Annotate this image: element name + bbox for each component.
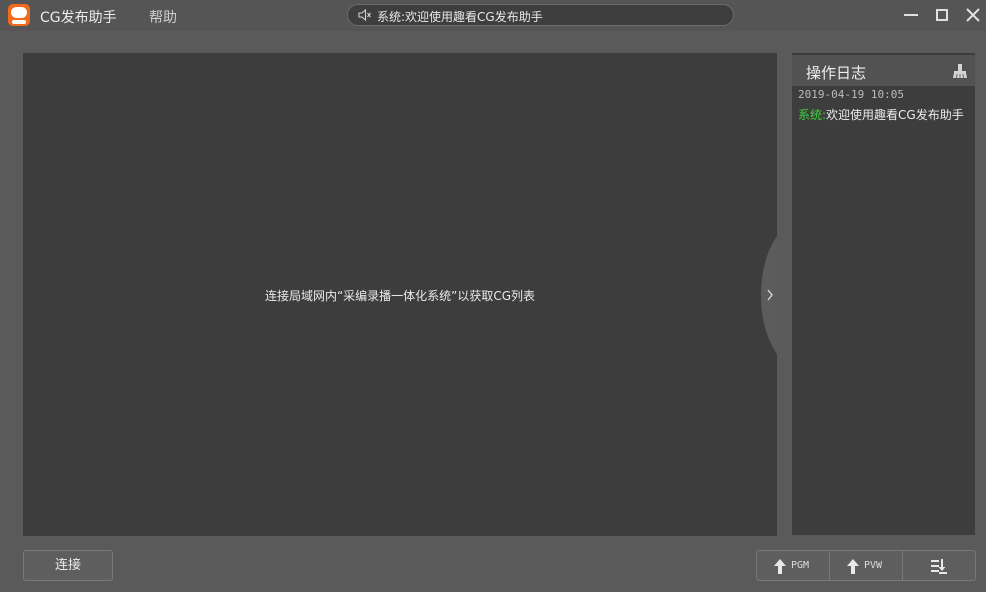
notice-bar: 系统:欢迎使用趣看CG发布助手 (347, 4, 734, 26)
output-toolbar: PGM PVW (756, 550, 976, 581)
push-pgm-button[interactable]: PGM (757, 551, 830, 580)
arrow-up-icon (847, 559, 859, 574)
sort-down-icon (931, 559, 947, 574)
pgm-label: PGM (791, 560, 810, 571)
log-entry-time: 2019-04-19 10:05 (798, 88, 904, 101)
menu-help[interactable]: 帮助 (149, 7, 177, 27)
app-title: CG发布助手 (40, 10, 117, 26)
operation-log-panel: 操作日志 2019-04-19 10:05 系统:欢迎使用趣看CG发布助手 (792, 53, 975, 535)
close-icon[interactable] (962, 4, 984, 26)
app-logo-icon (8, 4, 30, 26)
notice-text: 系统:欢迎使用趣看CG发布助手 (377, 10, 543, 24)
connect-button[interactable]: 连接 (23, 550, 113, 581)
log-entry-message: 欢迎使用趣看CG发布助手 (826, 108, 964, 122)
minimize-icon[interactable] (900, 4, 922, 26)
sort-list-button[interactable] (903, 551, 975, 580)
log-entry: 系统:欢迎使用趣看CG发布助手 (798, 106, 964, 123)
log-title: 操作日志 (806, 64, 867, 82)
collapse-panel-tab[interactable] (761, 236, 777, 354)
title-bar: CG发布助手 帮助 系统:欢迎使用趣看CG发布助手 (0, 0, 986, 31)
cg-list-panel: 连接局域网内“采编录播一体化系统”以获取CG列表 (23, 53, 777, 536)
speaker-icon (358, 8, 371, 22)
arrow-up-icon (774, 559, 786, 574)
pvw-label: PVW (864, 560, 883, 571)
broom-icon[interactable] (952, 63, 968, 79)
log-entry-source: 系统: (798, 108, 827, 122)
maximize-icon[interactable] (931, 4, 953, 26)
log-header: 操作日志 (792, 55, 975, 86)
push-pvw-button[interactable]: PVW (830, 551, 903, 580)
connect-hint: 连接局域网内“采编录播一体化系统”以获取CG列表 (264, 289, 536, 303)
